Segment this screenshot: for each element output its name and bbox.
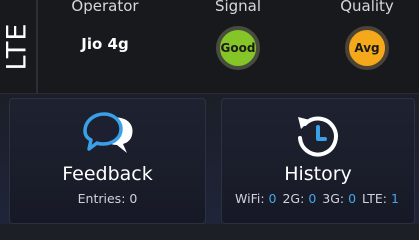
feedback-entries: Entries: 0: [10, 191, 205, 206]
history-title: History: [284, 163, 352, 185]
divider: [36, 0, 38, 93]
feedback-title: Feedback: [62, 163, 153, 185]
2g-stat-label: 2G:: [282, 191, 305, 206]
quality-status-badge: Avg: [345, 26, 389, 70]
lte-stat-value: 1: [391, 191, 399, 206]
chat-bubbles-icon: [81, 111, 135, 165]
operator-value: Jio 4g: [81, 35, 129, 53]
quality-column: Quality Avg: [322, 0, 412, 93]
lte-stat: LTE: 1: [362, 191, 399, 206]
wifi-stat-label: WiFi:: [235, 191, 265, 206]
history-network-stats: WiFi: 0 2G: 0 3G: 0 LTE: 1: [222, 191, 414, 206]
entries-label: Entries:: [77, 191, 126, 206]
history-clock-icon: [292, 111, 344, 167]
wifi-stat-value: 0: [268, 191, 277, 206]
network-status-panel: LTE Operator Jio 4g Signal Good Quality …: [0, 0, 419, 94]
3g-stat-label: 3G:: [322, 191, 345, 206]
wifi-stat: WiFi: 0: [235, 191, 276, 206]
signal-status-badge: Good: [216, 26, 260, 70]
lte-stat-label: LTE:: [362, 191, 388, 206]
quality-label: Quality: [340, 0, 394, 15]
operator-column: Operator Jio 4g: [60, 0, 150, 93]
signal-column: Signal Good: [193, 0, 283, 93]
operator-label: Operator: [71, 0, 139, 15]
history-card[interactable]: History WiFi: 0 2G: 0 3G: 0 LTE: 1: [221, 98, 415, 224]
entries-count: 0: [129, 191, 138, 206]
3g-stat: 3G: 0: [322, 191, 356, 206]
2g-stat-value: 0: [308, 191, 317, 206]
network-type-label: LTE: [1, 22, 33, 71]
network-type-indicator: LTE: [0, 0, 34, 93]
3g-stat-value: 0: [348, 191, 357, 206]
2g-stat: 2G: 0: [282, 191, 316, 206]
signal-label: Signal: [214, 0, 262, 15]
feedback-card[interactable]: Feedback Entries: 0: [9, 98, 206, 224]
